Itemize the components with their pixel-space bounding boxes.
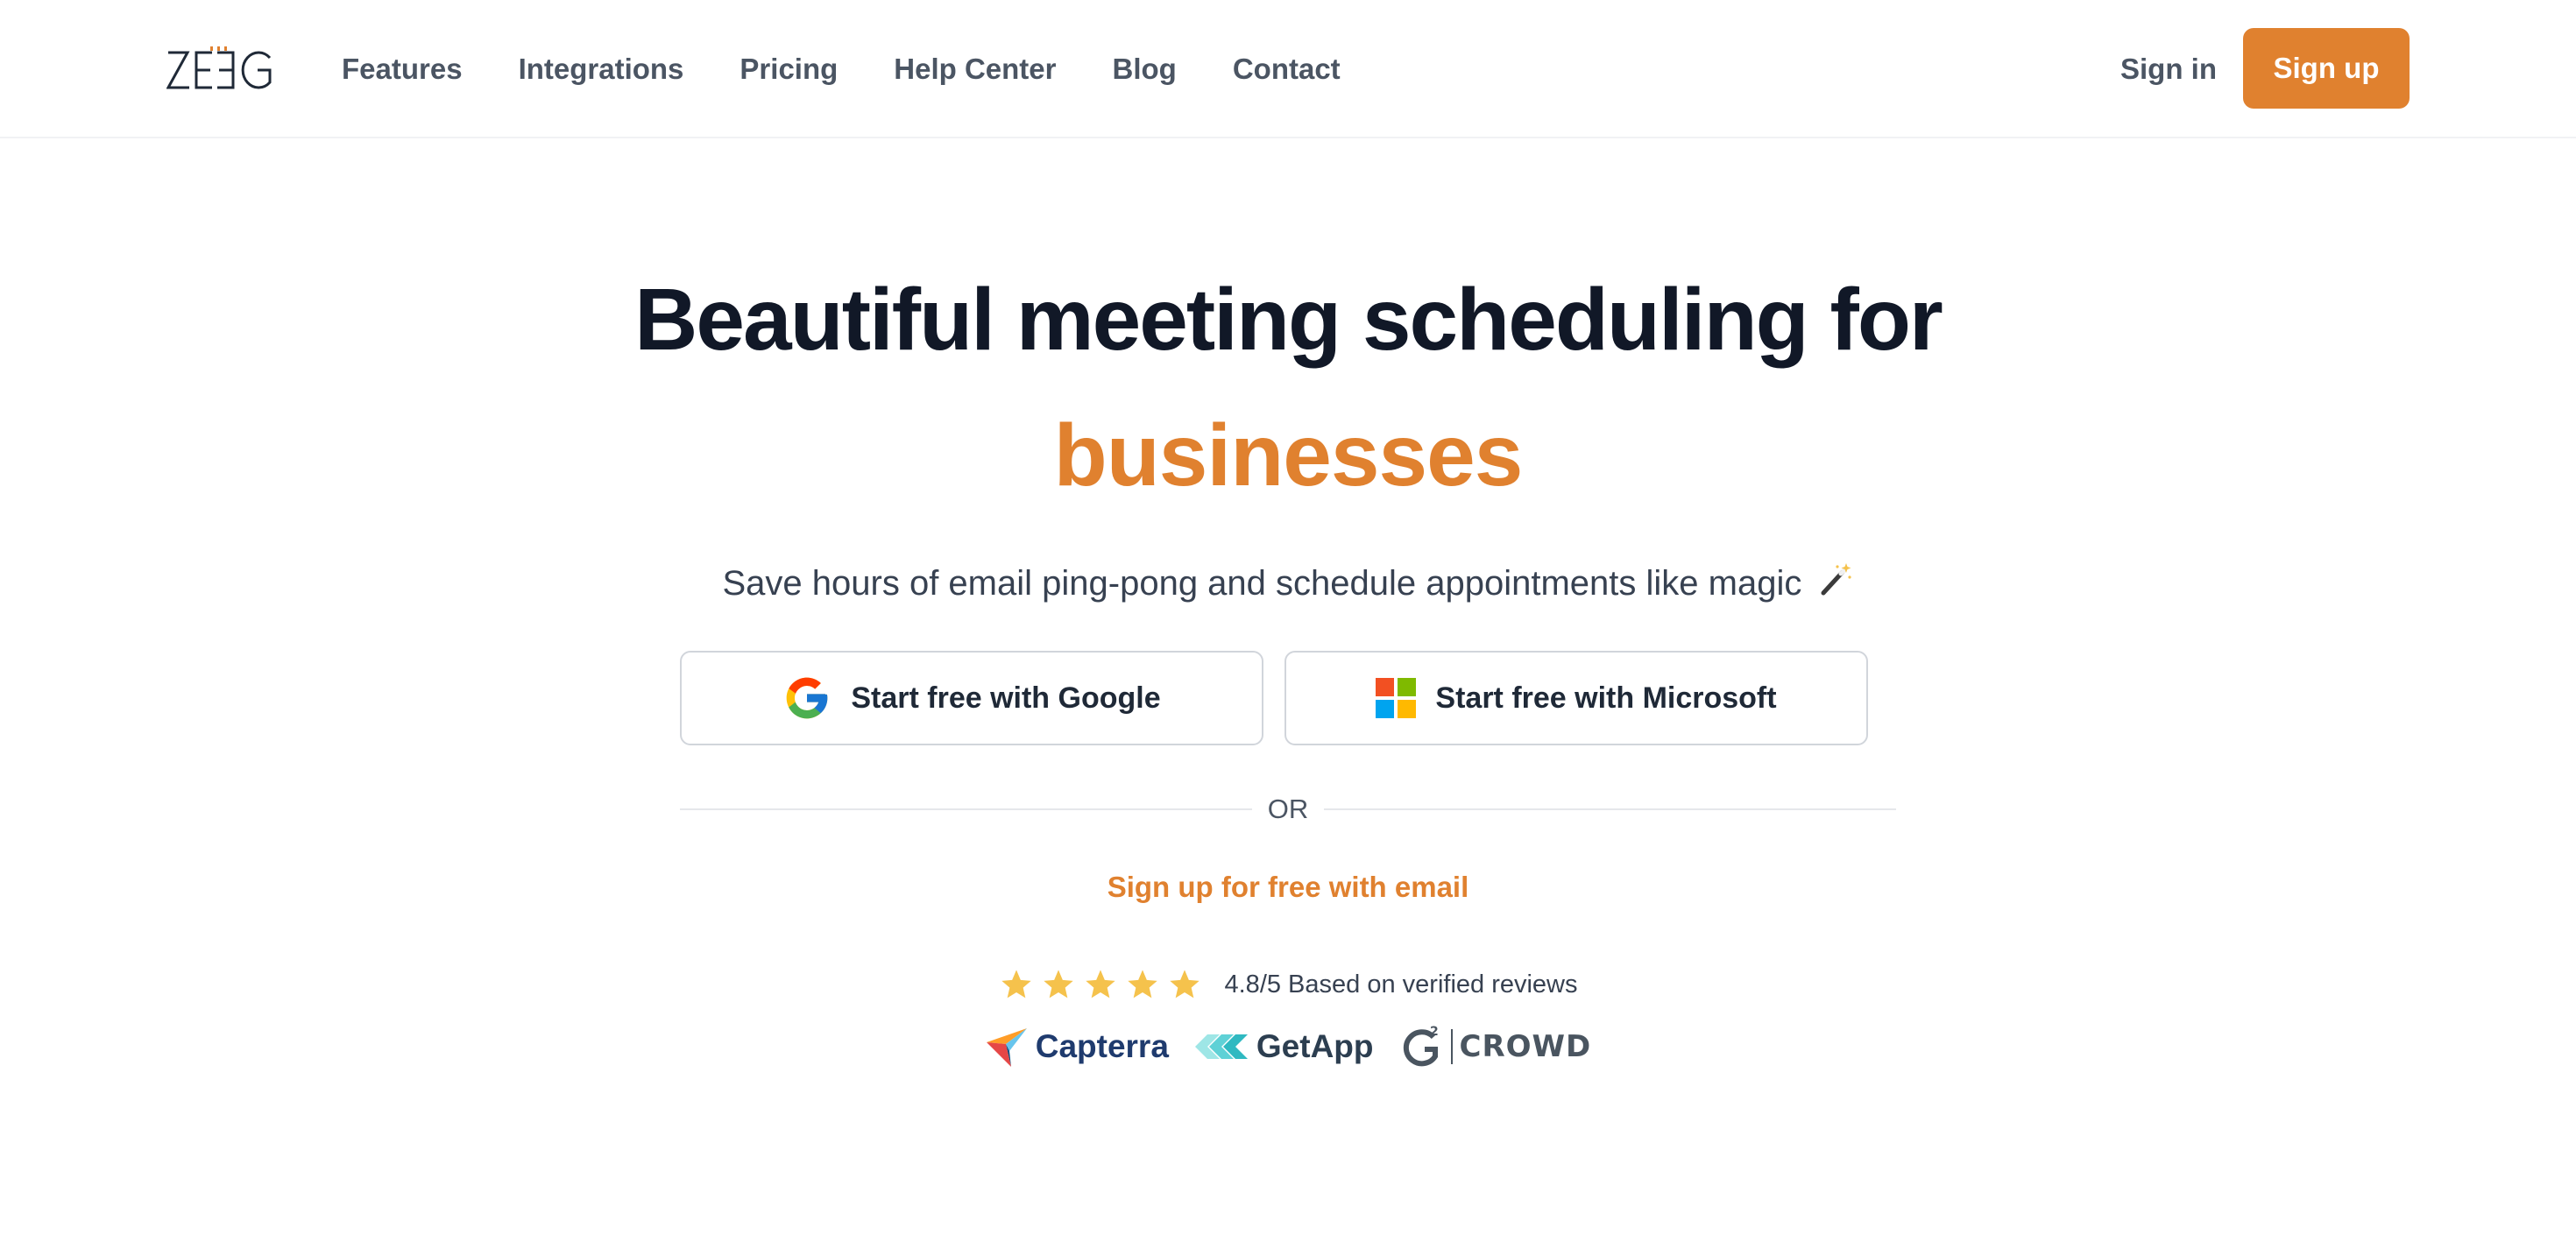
hero-subtitle: Save hours of email ping-pong and schedu…: [0, 557, 2576, 611]
email-signup-row: Sign up for free with email: [0, 871, 2576, 904]
nav-help-center[interactable]: Help Center: [894, 53, 1056, 86]
or-divider: OR: [680, 785, 1896, 834]
nav-integrations[interactable]: Integrations: [519, 53, 684, 86]
start-google-label: Start free with Google: [851, 681, 1161, 715]
hero-title: Beautiful meeting scheduling for: [634, 271, 1943, 369]
capterra-badge[interactable]: Capterra: [985, 1025, 1169, 1069]
site-header: Features Integrations Pricing Help Cente…: [0, 0, 2576, 138]
google-icon: [782, 674, 832, 723]
nav-features[interactable]: Features: [342, 53, 463, 86]
rating-row: 4.8/5 Based on verified reviews: [0, 967, 2576, 1002]
nav-pricing[interactable]: Pricing: [740, 53, 838, 86]
getapp-badge[interactable]: GetApp: [1193, 1028, 1374, 1065]
star-icon: [1083, 967, 1118, 1002]
email-signup-link[interactable]: Sign up for free with email: [1108, 871, 1469, 903]
nav-contact[interactable]: Contact: [1233, 53, 1341, 86]
start-microsoft-label: Start free with Microsoft: [1435, 681, 1777, 715]
main-nav: Features Integrations Pricing Help Cente…: [342, 0, 1397, 138]
star-icon: [999, 967, 1034, 1002]
star-icon: [1041, 967, 1076, 1002]
or-text: OR: [1267, 794, 1309, 824]
magic-wand-icon: [1818, 559, 1853, 611]
microsoft-icon: [1376, 678, 1417, 718]
hero-title-accent: businesses: [1053, 406, 1524, 505]
g2-crowd-label: CROWD: [1450, 1029, 1592, 1064]
start-google-button[interactable]: Start free with Google: [680, 651, 1263, 745]
divider-line-left: [680, 808, 1252, 810]
svg-text:2: 2: [1430, 1025, 1439, 1039]
nav-blog[interactable]: Blog: [1113, 53, 1177, 86]
review-badges: Capterra GetApp 2 CROWD: [0, 1023, 2576, 1070]
hero-subtitle-text: Save hours of email ping-pong and schedu…: [722, 564, 1802, 603]
divider-line-right: [1324, 808, 1896, 810]
rating-text: 4.8/5 Based on verified reviews: [1224, 970, 1578, 998]
zeeg-logo[interactable]: [166, 46, 273, 93]
g2-crowd-badge[interactable]: 2 CROWD: [1398, 1023, 1592, 1070]
rating-stars: [999, 967, 1209, 1002]
start-microsoft-button[interactable]: Start free with Microsoft: [1284, 651, 1868, 745]
sign-in-link[interactable]: Sign in: [2120, 0, 2217, 138]
star-icon: [1125, 967, 1160, 1002]
getapp-icon: [1194, 1034, 1248, 1059]
sign-up-button[interactable]: Sign up: [2243, 28, 2410, 109]
capterra-icon: [986, 1028, 1027, 1067]
capterra-label: Capterra: [1035, 1028, 1169, 1064]
getapp-label: GetApp: [1256, 1028, 1374, 1064]
g2-icon: 2: [1403, 1025, 1439, 1067]
star-icon: [1167, 967, 1202, 1002]
